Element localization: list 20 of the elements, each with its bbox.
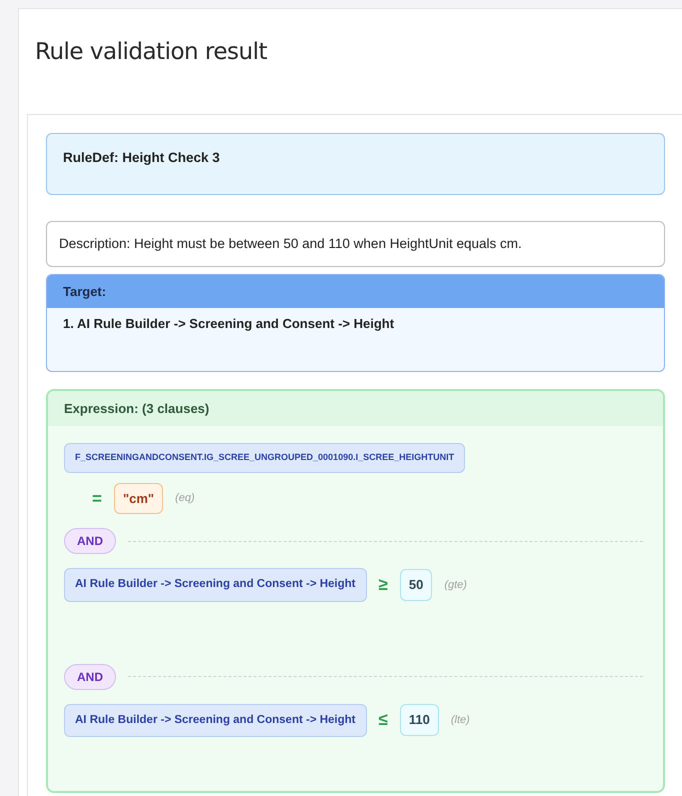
- rule-def-card: RuleDef: Height Check 3: [46, 132, 665, 194]
- target-item: 1. AI Rule Builder -> Screening and Consent -> Height: [62, 315, 396, 334]
- operator-name: (lte): [450, 712, 470, 728]
- field-chip: F_SCREENINGANDCONSENT.IG_SCREE_UNGROUPED_0001090.I_SCREE_HEIGHTUNIT: [64, 443, 466, 473]
- operator-symbol: =: [92, 488, 102, 510]
- and-connector: AND: [64, 528, 116, 554]
- field-chip: AI Rule Builder -> Screening and Consent -> Height: [64, 568, 367, 602]
- value-box: 50: [400, 569, 432, 601]
- field-chip: AI Rule Builder -> Screening and Consent -> Height: [64, 704, 367, 737]
- value-box: "cm": [114, 482, 164, 514]
- operator-name: (eq): [175, 491, 195, 506]
- expression-header: Expression: (3 clauses): [48, 390, 663, 426]
- operator-symbol: ≥: [378, 574, 388, 596]
- operator-symbol: ≤: [378, 709, 388, 732]
- description-text: Description: Height must be between 50 and 110 when HeightUnit equals cm.: [46, 220, 665, 267]
- value-box: 110: [400, 704, 439, 736]
- target-header: Target:: [47, 274, 664, 308]
- page-title: Rule validation result: [34, 38, 268, 67]
- operator-name: (gte): [444, 578, 467, 593]
- and-connector: AND: [64, 664, 116, 690]
